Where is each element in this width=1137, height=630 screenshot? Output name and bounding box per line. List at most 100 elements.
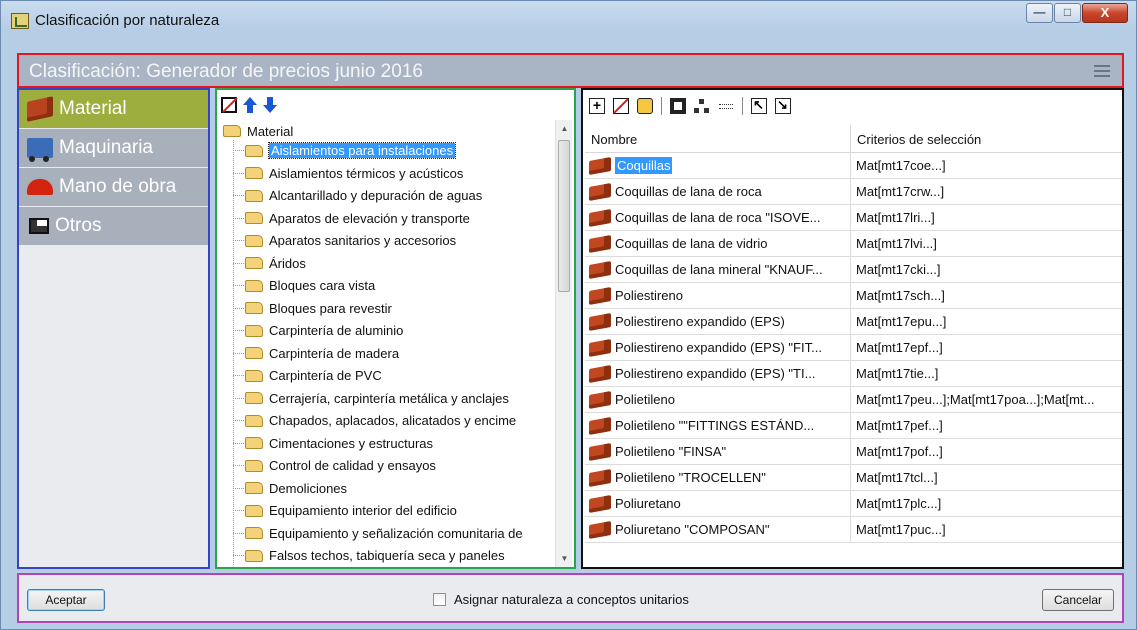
scroll-down-icon[interactable]: ▼ [556,550,573,567]
close-button[interactable]: X [1082,3,1128,23]
tree-item[interactable]: Equipamiento interior del edificio [233,500,457,521]
nature-item-material[interactable]: Material [19,90,208,128]
tree-item[interactable]: Cerrajería, carpintería metálica y ancla… [233,388,509,409]
concept-name: Poliuretano [615,496,681,511]
brick-icon [589,442,611,461]
table-row[interactable]: Coquillas de lana mineral "KNAUF... Mat[m… [585,257,1122,283]
tree-item-label: Bloques para revestir [269,300,392,316]
minimize-button[interactable]: — [1026,3,1053,23]
classification-title: Clasificación: Generador de precios juni… [29,61,423,82]
toolbar-separator [742,97,743,115]
tree-item[interactable]: Alcantarillado y depuración de aguas [232,185,482,206]
table-row[interactable]: Polietileno "TROCELLEN" Mat[mt17tcl...] [585,465,1122,491]
concept-name-cell: Coquillas [585,153,851,178]
folder-icon [245,459,263,472]
table-row[interactable]: Polietileno "FINSA" Mat[mt17pof...] [585,439,1122,465]
nature-item-maquinaria[interactable]: Maquinaria [19,129,208,167]
concept-name-cell: Polietileno ""FITTINGS ESTÁND... [585,413,851,438]
table-header: Nombre Criterios de selección [585,125,1122,153]
concept-name: Coquillas de lana de roca [615,184,762,199]
folder-icon [245,189,263,202]
concept-name-cell: Poliuretano [585,491,851,516]
tree-item[interactable]: Equipamiento y señalización comunitaria … [233,523,523,544]
selection-criteria-cell: Mat[mt17tie...] [856,366,939,381]
concept-name-cell: Poliuretano "COMPOSAN" [585,517,851,542]
tree-item[interactable]: Bloques para revestir [233,298,392,319]
tree-item[interactable]: Cimentaciones y estructuras [232,433,433,454]
tree-root-label: Material [247,123,294,139]
nature-item-label: Otros [55,215,102,236]
tree-item[interactable]: Aislamientos térmicos y acústicos [232,163,464,184]
table-row[interactable]: Coquillas de lana de vidrio Mat[mt17lvi..… [585,231,1122,257]
column-header-criterios[interactable]: Criterios de selección [851,125,1122,152]
hierarchy-icon[interactable] [694,98,710,114]
tree-item-label: Carpintería de madera [269,345,400,361]
table-row[interactable]: Polietileno ""FITTINGS ESTÁND... Mat[mt17… [585,413,1122,439]
concept-name: Coquillas de lana de roca "ISOVE... [615,210,821,225]
title-bar: Clasificación por naturaleza — □ X [1,1,1136,39]
assign-nature-checkbox[interactable] [433,593,446,606]
table-row[interactable]: Poliestireno expandido (EPS) "TI... Mat[m… [585,361,1122,387]
add-icon[interactable] [589,97,605,114]
nature-panel: Material Maquinaria Mano de obra Otros [17,88,210,569]
classification-header: Clasificación: Generador de precios juni… [17,53,1124,88]
table-row[interactable]: Poliestireno Mat[mt17sch...] [585,283,1122,309]
selection-criteria-cell: Mat[mt17tcl...] [856,470,938,485]
unassign-icon[interactable] [613,98,629,114]
table-row[interactable]: Coquillas de lana de roca "ISOVE... Mat[m… [585,205,1122,231]
table-row[interactable]: Poliestireno expandido (EPS) "FIT... Mat[… [585,335,1122,361]
table-row[interactable]: Poliuretano "COMPOSAN" Mat[mt17puc...] [585,517,1122,543]
tree-item[interactable]: Bloques cara vista [232,275,375,296]
unassign-icon[interactable] [221,97,237,113]
brick-icon [589,494,611,513]
tree-item[interactable]: Aparatos sanitarios y accesorios [232,230,456,251]
tree-item[interactable]: Chapados, aplacados, alicatados y encime [232,410,516,431]
scroll-thumb[interactable] [558,140,570,292]
folder-icon [245,437,263,449]
tree-item[interactable]: Carpintería de aluminio [232,320,403,341]
nature-item-otros[interactable]: Otros [19,207,208,245]
nature-item-mano-de-obra[interactable]: Mano de obra [19,168,208,206]
tree-item-label: Aislamientos térmicos y acústicos [269,165,464,181]
table-row[interactable]: Poliuretano Mat[mt17plc...] [585,491,1122,517]
tree-item[interactable]: Aparatos de elevación y transporte [233,208,470,229]
arrow-up-icon[interactable] [243,97,257,113]
accept-button[interactable]: Aceptar [27,589,105,611]
category-tree-panel: Material Aislamientos para instalaciones… [215,88,576,569]
tree-item[interactable]: Carpintería de PVC [233,365,382,386]
image-icon[interactable] [670,98,686,114]
flow-icon[interactable] [718,98,734,114]
tree-item-label: Aislamientos para instalaciones [267,142,457,159]
expand-icon[interactable] [775,97,791,114]
tree-item[interactable]: Demoliciones [232,478,347,499]
concept-name-cell: Polietileno "TROCELLEN" [585,465,851,490]
folder-icon [245,414,263,427]
table-row[interactable]: Coquillas Mat[mt17coe...] [585,153,1122,179]
tree-item[interactable]: Áridos [233,253,306,274]
folder-icon [245,302,263,314]
brick-icon [589,468,611,487]
table-row[interactable]: Poliestireno expandido (EPS) Mat[mt17epu.… [585,309,1122,335]
tree-item[interactable]: Control de calidad y ensayos [233,455,436,476]
table-row[interactable]: Polietileno Mat[mt17peu...];Mat[mt17poa..… [585,387,1122,413]
tree-scrollbar[interactable]: ▲ ▼ [555,120,572,567]
tree-item[interactable]: Falsos techos, tabiquería seca y paneles [233,545,505,566]
hamburger-menu-icon[interactable] [1094,65,1110,77]
lock-icon[interactable] [637,98,653,114]
other-icon [29,218,49,234]
maximize-button[interactable]: □ [1054,3,1081,23]
selection-criteria-cell: Mat[mt17cki...] [856,262,941,277]
dialog-footer: Aceptar Asignar naturaleza a conceptos u… [17,573,1124,623]
tree-item[interactable]: Aislamientos para instalaciones [232,140,457,161]
scroll-up-icon[interactable]: ▲ [556,120,573,137]
tree-root[interactable]: Material [223,122,293,140]
column-header-nombre[interactable]: Nombre [585,125,851,152]
assign-nature-option[interactable]: Asignar naturaleza a conceptos unitarios [433,592,689,607]
concept-name: Coquillas de lana mineral "KNAUF... [615,262,823,277]
arrow-down-icon[interactable] [263,97,277,113]
folder-icon [245,279,263,292]
tree-item[interactable]: Carpintería de madera [232,343,400,364]
collapse-icon[interactable] [751,97,767,114]
table-row[interactable]: Coquillas de lana de roca Mat[mt17crw...] [585,179,1122,205]
cancel-button[interactable]: Cancelar [1042,589,1114,611]
